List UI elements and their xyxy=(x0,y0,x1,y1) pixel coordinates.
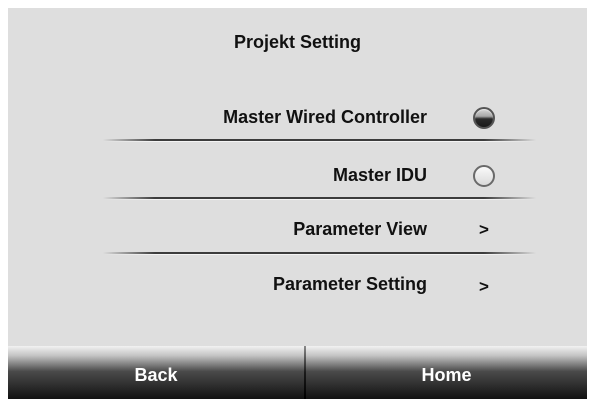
master-wired-controller-radio[interactable] xyxy=(471,105,497,131)
divider-highlight xyxy=(103,254,536,255)
bottom-nav-bar: Back Home xyxy=(8,346,587,399)
menu-item-label: Master Wired Controller xyxy=(223,107,427,127)
page-title: Projekt Setting xyxy=(233,32,362,52)
menu-item-label: Parameter View xyxy=(293,219,427,239)
menu-item-label: Parameter Setting xyxy=(272,274,427,294)
menu-item-label: Master IDU xyxy=(332,165,427,185)
divider-highlight xyxy=(103,141,536,142)
divider-highlight xyxy=(103,199,536,200)
chevron-right-icon[interactable]: > xyxy=(471,274,497,300)
radio-selected-icon xyxy=(473,107,495,129)
menu-item-master-wired-controller[interactable]: Master Wired Controller xyxy=(8,92,587,142)
master-idu-radio[interactable] xyxy=(471,163,497,189)
radio-unselected-icon xyxy=(473,165,495,187)
menu-item-master-idu[interactable]: Master IDU xyxy=(8,150,587,200)
menu-item-parameter-view[interactable]: Parameter View > xyxy=(8,204,587,254)
settings-screen: Projekt Setting Master Wired Controller … xyxy=(8,8,587,399)
back-button[interactable]: Back xyxy=(8,346,304,399)
menu-item-parameter-setting[interactable]: Parameter Setting > xyxy=(8,259,587,309)
home-button[interactable]: Home xyxy=(306,346,587,399)
chevron-right-icon[interactable]: > xyxy=(471,217,497,243)
